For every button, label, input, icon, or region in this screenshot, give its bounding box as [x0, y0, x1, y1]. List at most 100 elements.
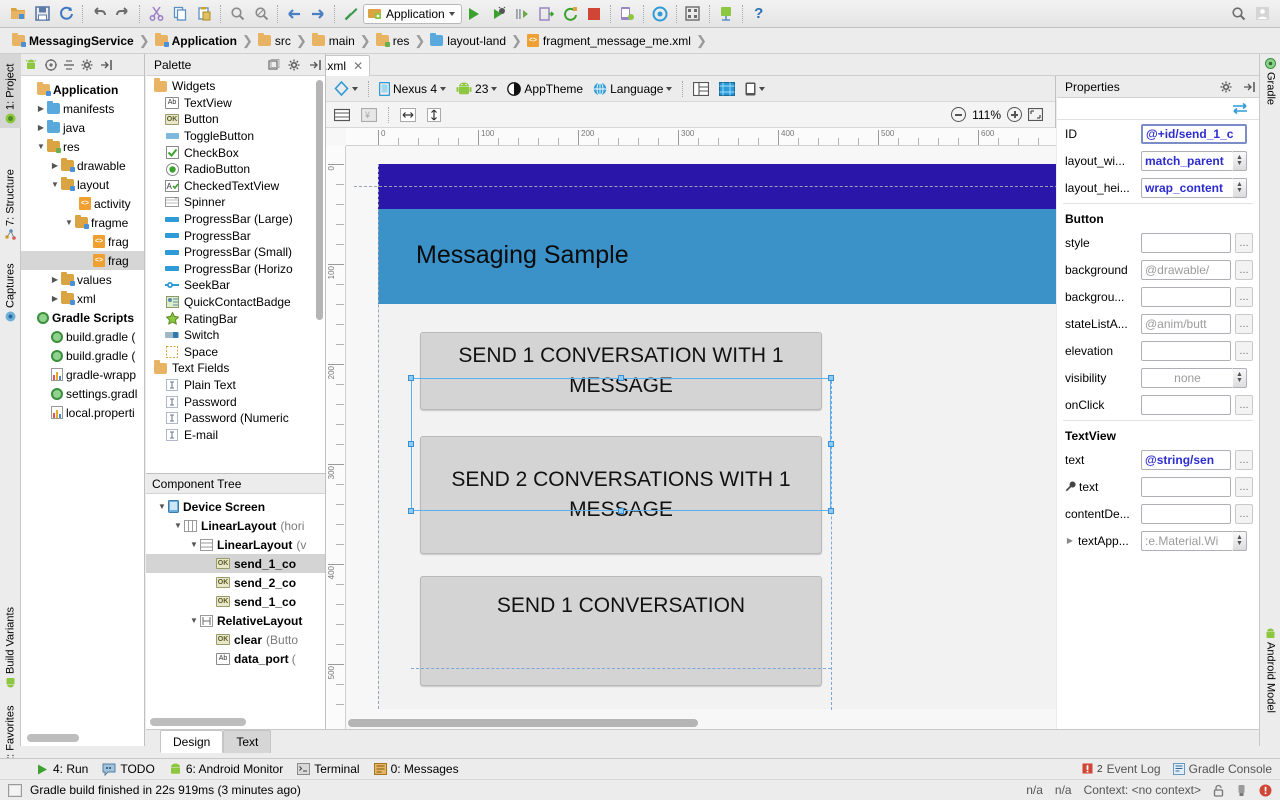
palette-scrollbar[interactable]	[316, 80, 323, 320]
tree-twisty[interactable]: ▶	[49, 161, 61, 170]
user-avatar-icon[interactable]	[1250, 2, 1274, 26]
ellipsis-button[interactable]: ...	[1235, 340, 1253, 361]
design-canvas[interactable]: 0 100 200 300 400 500 600 0 100 200 300 …	[326, 128, 1056, 729]
tree-node-build-gradle-1[interactable]: build.gradle (	[21, 327, 144, 346]
palette-item-progressbar-small[interactable]: ProgressBar (Small)	[146, 244, 325, 261]
copy-icon[interactable]	[168, 2, 192, 26]
palette-item-spinner[interactable]: Spinner	[146, 194, 325, 211]
selection-handle-br[interactable]	[828, 508, 834, 514]
expand-horizontal-icon[interactable]	[396, 107, 420, 123]
redo-icon[interactable]	[111, 2, 135, 26]
baseline-icon[interactable]	[330, 107, 354, 123]
sync-gradle-icon[interactable]	[558, 2, 582, 26]
tree-twisty[interactable]: ▼	[172, 521, 184, 530]
zoom-in-icon[interactable]	[1007, 107, 1022, 122]
ellipsis-button[interactable]: ...	[1235, 449, 1253, 470]
layout-inspector-icon[interactable]	[681, 2, 705, 26]
selection-handle-tr[interactable]	[828, 375, 834, 381]
collapse-all-icon[interactable]	[63, 59, 75, 71]
background-tint-field[interactable]	[1141, 286, 1231, 307]
tree-twisty[interactable]: ▶	[35, 123, 47, 132]
attach-debugger-icon[interactable]	[534, 2, 558, 26]
run-icon[interactable]	[462, 2, 486, 26]
component-tree-list[interactable]: ▼ Device Screen ▼ LinearLayout (hori ▼ L…	[146, 494, 325, 668]
undo-icon[interactable]	[87, 2, 111, 26]
status-item-messages[interactable]: 0: Messages	[373, 762, 459, 776]
sidebar-item-build-variants[interactable]: Build Variants	[0, 594, 21, 692]
palette-group-widgets[interactable]: Widgets	[146, 78, 325, 95]
settings-gear-icon[interactable]	[288, 59, 301, 71]
component-node-send-1-conversation-2[interactable]: OK send_1_co	[146, 592, 325, 611]
selection-handle-tc[interactable]	[618, 375, 624, 381]
ellipsis-button[interactable]: ...	[1235, 394, 1253, 415]
ellipsis-button[interactable]: ...	[1235, 232, 1253, 253]
zoom-out-icon[interactable]	[951, 107, 967, 122]
android-view-icon[interactable]	[25, 59, 39, 71]
preview-button-send-1-conversation-2[interactable]: SEND 1 CONVERSATION	[420, 576, 822, 686]
canvas-hscrollbar[interactable]	[348, 719, 1048, 727]
palette-item-ratingbar[interactable]: RatingBar	[146, 310, 325, 327]
tree-node-fragment-folder[interactable]: ▼ fragme	[21, 213, 144, 232]
ellipsis-button[interactable]: ...	[1235, 476, 1253, 497]
status-item-gradle-console[interactable]: Gradle Console	[1172, 762, 1272, 776]
find-replace-icon[interactable]	[249, 2, 273, 26]
save-all-icon[interactable]	[30, 2, 54, 26]
tree-node-local-properties[interactable]: local.properti	[21, 403, 144, 422]
tree-node-xml[interactable]: ▶ xml	[21, 289, 144, 308]
sidebar-item-android-model[interactable]: Android Model	[1260, 624, 1280, 734]
breadcrumb-item-3[interactable]: main	[308, 32, 359, 48]
expand-twisty-icon[interactable]: ▶	[1065, 536, 1075, 545]
palette-item-plain-text[interactable]: Plain Text	[146, 377, 325, 394]
component-node-relativelayout[interactable]: ▼ RelativeLayout	[146, 611, 325, 630]
tree-node-settings-gradle[interactable]: settings.gradl	[21, 384, 144, 403]
palette-item-checkedtextview[interactable]: A CheckedTextView	[146, 178, 325, 195]
palette-group-text-fields[interactable]: Text Fields	[146, 360, 325, 377]
tree-twisty[interactable]: ▼	[156, 502, 168, 511]
text-field[interactable]: @string/sen	[1141, 449, 1231, 470]
ellipsis-button[interactable]: ...	[1235, 286, 1253, 307]
sidebar-item-structure[interactable]: 7: Structure	[0, 158, 21, 244]
stepper-icon[interactable]: ▲ ▼	[1233, 150, 1247, 171]
tree-node-activity[interactable]: <> activity	[21, 194, 144, 213]
palette-item-space[interactable]: Space	[146, 344, 325, 361]
breadcrumb-item-5[interactable]: layout-land	[426, 32, 510, 48]
stop-icon[interactable]	[582, 2, 606, 26]
status-item-android-monitor[interactable]: 6: Android Monitor	[169, 762, 283, 776]
tree-node-frag-1[interactable]: <> frag	[21, 232, 144, 251]
selection-handle-bl[interactable]	[408, 508, 414, 514]
tree-node-java[interactable]: ▶ java	[21, 118, 144, 137]
component-node-send-2-conversations[interactable]: OK send_2_co	[146, 573, 325, 592]
tree-node-res[interactable]: ▼ res	[21, 137, 144, 156]
step-icon[interactable]	[510, 2, 534, 26]
back-icon[interactable]	[282, 2, 306, 26]
stepper-icon[interactable]: ▲ ▼	[1233, 367, 1247, 388]
tree-twisty[interactable]: ▶	[49, 275, 61, 284]
tree-node-layout[interactable]: ▼ layout	[21, 175, 144, 194]
layout-width-field[interactable]: match_parent	[1141, 150, 1233, 171]
find-icon[interactable]	[225, 2, 249, 26]
selection-handle-tl[interactable]	[408, 375, 414, 381]
palette-item-progressbar-horizontal[interactable]: ProgressBar (Horizo	[146, 261, 325, 278]
component-tree-hscrollbar[interactable]	[150, 718, 322, 726]
build-status-icon[interactable]	[8, 783, 22, 797]
component-node-send-1-conversation[interactable]: OK send_1_co	[146, 554, 325, 573]
tree-twisty[interactable]: ▼	[188, 616, 200, 625]
onclick-field[interactable]	[1141, 394, 1231, 415]
id-field[interactable]: @+id/send_1_c	[1141, 123, 1247, 144]
help-icon[interactable]: ?	[747, 2, 771, 26]
tree-node-values[interactable]: ▶ values	[21, 270, 144, 289]
selection-handle-mr[interactable]	[828, 441, 834, 447]
sidebar-item-captures[interactable]: Captures	[0, 250, 21, 326]
palette-item-password[interactable]: Password	[146, 393, 325, 410]
tree-twisty[interactable]: ▶	[49, 294, 61, 303]
ellipsis-button[interactable]: ...	[1235, 259, 1253, 280]
text-design-field[interactable]	[1141, 476, 1231, 497]
palette-mode-icon[interactable]	[268, 58, 280, 71]
project-tree[interactable]: Application ▶ manifests ▶ java ▼ res ▶ d…	[21, 76, 144, 726]
tree-twisty[interactable]: ▼	[188, 540, 200, 549]
expert-mode-toggle-icon[interactable]	[1231, 102, 1249, 115]
forward-icon[interactable]	[306, 2, 330, 26]
component-node-clear[interactable]: OK clear (Butto	[146, 630, 325, 649]
stepper-icon[interactable]: ▲ ▼	[1233, 530, 1247, 551]
layout-variant-icon[interactable]	[689, 81, 713, 97]
